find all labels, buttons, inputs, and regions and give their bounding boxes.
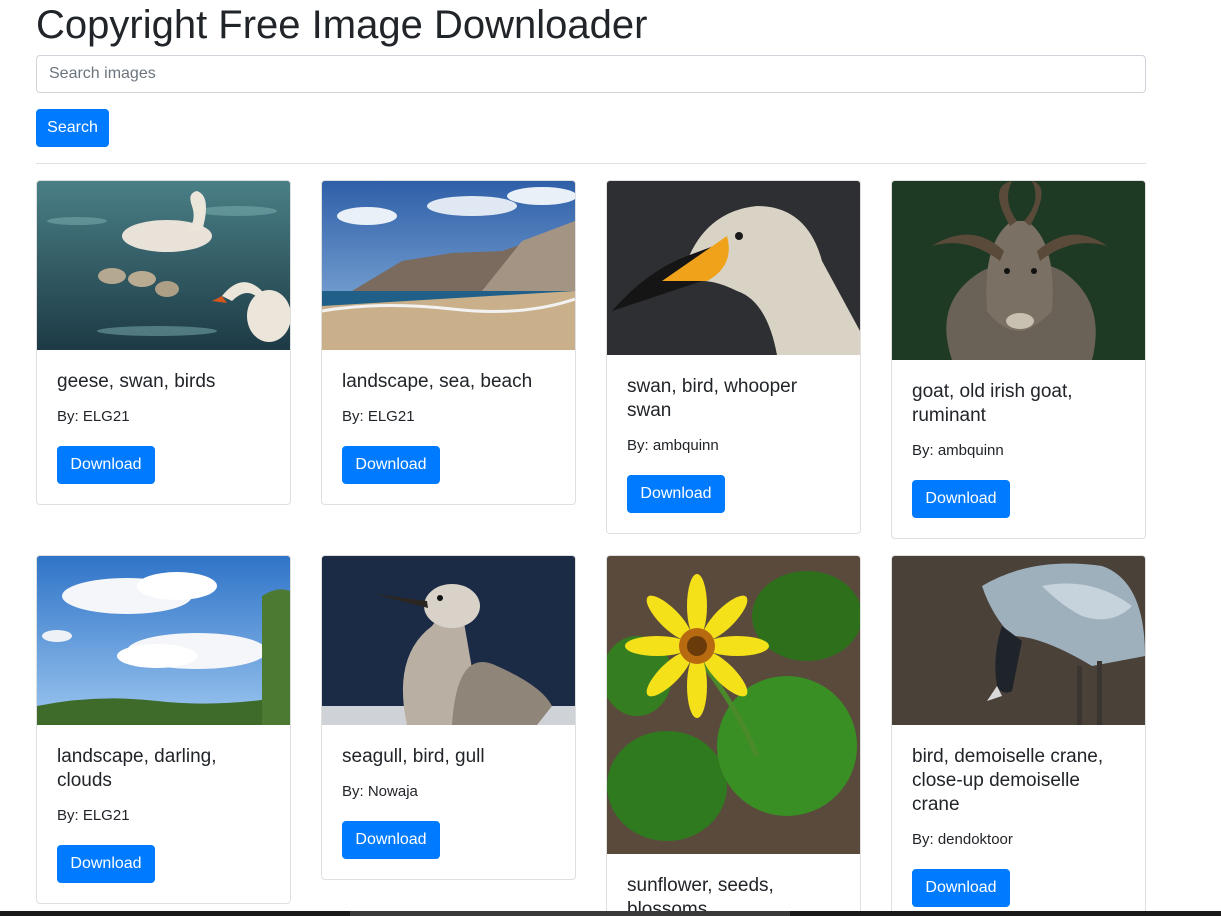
card-author: By: Nowaja bbox=[342, 783, 418, 800]
card-title: geese, swan, birds bbox=[57, 371, 216, 392]
image-horned-goat bbox=[892, 181, 1145, 360]
image-card: bird, demoiselle crane, close-up demoise… bbox=[891, 555, 1146, 916]
image-card: swan, bird, whooper swan By: ambquinn Do… bbox=[606, 180, 861, 534]
card-author: By: ambquinn bbox=[912, 442, 1004, 459]
image-sunflower bbox=[607, 556, 860, 854]
scrollbar-thumb[interactable] bbox=[350, 911, 790, 916]
download-button[interactable]: Download bbox=[342, 821, 440, 859]
card-author: By: ELG21 bbox=[57, 408, 130, 425]
search-input[interactable] bbox=[36, 55, 1146, 93]
image-seagull bbox=[322, 556, 575, 725]
card-title: bird, demoiselle crane, close-up demoise… bbox=[912, 746, 1104, 815]
card-title: goat, old irish goat, ruminant bbox=[912, 381, 1073, 426]
image-card: seagull, bird, gull By: Nowaja Download bbox=[321, 555, 576, 880]
image-clouds-sky bbox=[37, 556, 290, 725]
download-button[interactable]: Download bbox=[57, 446, 155, 484]
horizontal-scrollbar[interactable] bbox=[0, 911, 1221, 916]
card-author: By: ambquinn bbox=[627, 437, 719, 454]
page-title: Copyright Free Image Downloader bbox=[36, 3, 648, 47]
download-button[interactable]: Download bbox=[57, 845, 155, 883]
card-title: seagull, bird, gull bbox=[342, 746, 485, 767]
image-swans-with-goslings bbox=[37, 181, 290, 350]
download-button[interactable]: Download bbox=[912, 480, 1010, 518]
download-button[interactable]: Download bbox=[342, 446, 440, 484]
main-container: Copyright Free Image Downloader Search i… bbox=[36, 0, 1146, 916]
card-author: By: dendoktoor bbox=[912, 831, 1013, 848]
image-coastal-beach bbox=[322, 181, 575, 350]
card-title: swan, bird, whooper swan bbox=[627, 376, 798, 421]
image-card: landscape, darling, clouds By: ELG21 Dow… bbox=[36, 555, 291, 904]
card-author: By: ELG21 bbox=[342, 408, 415, 425]
image-card: landscape, sea, beach By: ELG21 Download bbox=[321, 180, 576, 505]
image-whooper-swan-head bbox=[607, 181, 860, 355]
image-demoiselle-crane bbox=[892, 556, 1145, 725]
image-card: sunflower, seeds, blossoms bbox=[606, 555, 861, 916]
card-title: landscape, darling, clouds bbox=[57, 746, 217, 791]
search-button[interactable]: Search bbox=[36, 109, 109, 147]
image-card: geese, swan, birds By: ELG21 Download bbox=[36, 180, 291, 505]
card-author: By: ELG21 bbox=[57, 807, 130, 824]
download-button[interactable]: Download bbox=[912, 869, 1010, 907]
divider bbox=[36, 163, 1146, 164]
page: Copyright Free Image Downloader Search i… bbox=[0, 0, 1221, 916]
download-button[interactable]: Download bbox=[627, 475, 725, 513]
card-title: sunflower, seeds, blossoms bbox=[627, 875, 774, 916]
card-title: landscape, sea, beach bbox=[342, 371, 533, 392]
image-card: goat, old irish goat, ruminant By: ambqu… bbox=[891, 180, 1146, 539]
